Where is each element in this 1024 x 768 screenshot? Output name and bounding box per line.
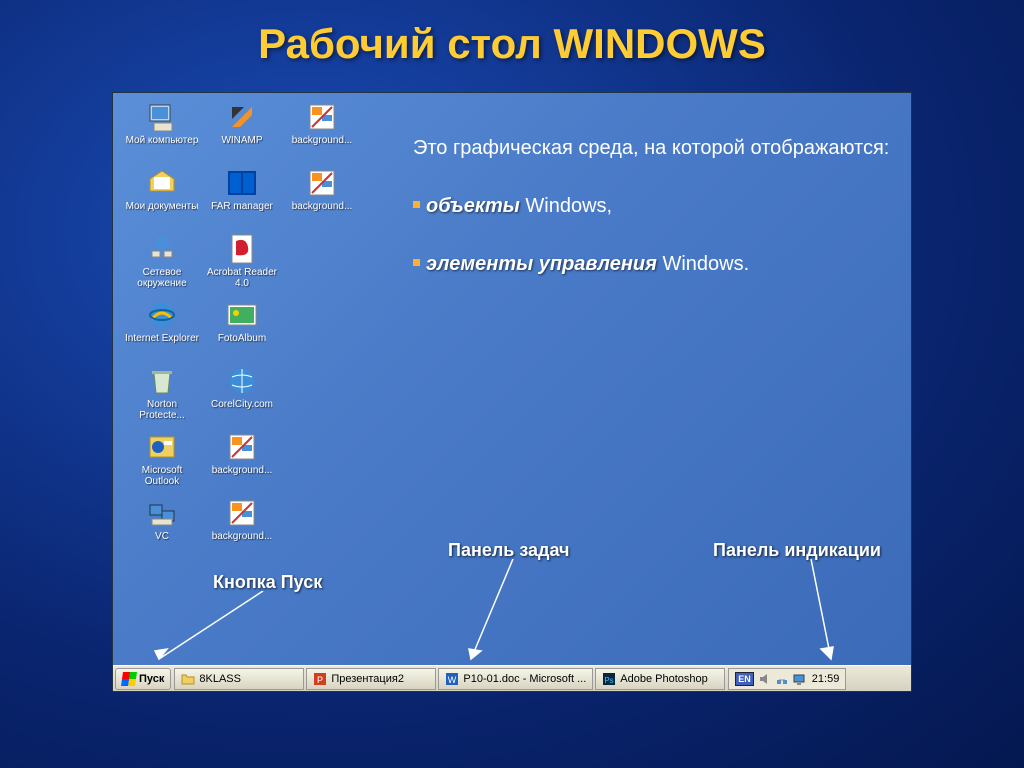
icon-label: Acrobat Reader 4.0 [204, 267, 280, 289]
desktop-icon-far-manager[interactable]: FAR manager [203, 167, 281, 229]
desktop-screenshot: Мой компьютер WINAMP background... Мои доку… [112, 92, 912, 692]
task-8klass[interactable]: 8KLASS [174, 668, 304, 690]
desktop-icon-background3[interactable]: background... [203, 431, 281, 493]
icon-label: VC [155, 531, 169, 542]
network-icon [146, 233, 178, 265]
clock: 21:59 [812, 673, 840, 685]
desktop-icon-outlook[interactable]: Microsoft Outlook [123, 431, 201, 493]
icon-label: CorelCity.com [211, 399, 273, 410]
computer-icon [146, 101, 178, 133]
bullet-square-icon [413, 201, 420, 208]
arrow-taskbar [463, 559, 543, 665]
desktop-icon-network[interactable]: Сетевое окружение [123, 233, 201, 295]
task-label: Презентация2 [331, 673, 404, 685]
vc-icon [146, 497, 178, 529]
ie-icon [146, 299, 178, 331]
desktop-icon-vc[interactable]: VC [123, 497, 201, 559]
start-label: Пуск [139, 673, 164, 685]
icon-label: background... [292, 201, 353, 212]
bullet-rest: Windows, [520, 195, 612, 217]
callout-taskbar: Панель задач [448, 540, 570, 561]
desktop-icon-my-documents[interactable]: Мои документы [123, 167, 201, 229]
outlook-icon [146, 431, 178, 463]
desktop-icon-corelcity[interactable]: CorelCity.com [203, 365, 281, 427]
system-tray[interactable]: EN 21:59 [728, 668, 846, 690]
icon-label: FotoAlbum [218, 333, 266, 344]
desktop-icon-background4[interactable]: background... [203, 497, 281, 559]
far-icon [226, 167, 258, 199]
icon-label: background... [292, 135, 353, 146]
desktop-icon-fotoalbum[interactable]: FotoAlbum [203, 299, 281, 361]
svg-text:Ps: Ps [605, 676, 614, 685]
svg-text:W: W [448, 675, 457, 685]
bullet-rest: Windows. [657, 253, 749, 275]
svg-text:P: P [317, 675, 323, 685]
bullet-square-icon [413, 259, 420, 266]
bullet-strong: объекты [426, 195, 520, 217]
task-label: Adobe Photoshop [620, 673, 707, 685]
task-label: P10-01.doc - Microsoft ... [463, 673, 586, 685]
arrow-start [153, 591, 273, 665]
language-indicator[interactable]: EN [735, 672, 754, 686]
icon-label: FAR manager [211, 201, 273, 212]
icon-label: Мой компьютер [126, 135, 199, 146]
desktop-icon-background2[interactable]: background... [283, 167, 361, 229]
word-icon: W [445, 672, 459, 686]
globe-icon [226, 365, 258, 397]
paint-icon [226, 431, 258, 463]
windows-flag-icon [121, 672, 137, 686]
winamp-icon [226, 101, 258, 133]
intro-text: Это графическая среда, на которой отобра… [413, 133, 891, 163]
task-label: 8KLASS [199, 673, 241, 685]
desktop-icon-background1[interactable]: background... [283, 101, 361, 163]
docs-icon [146, 167, 178, 199]
arrow-tray [771, 559, 851, 665]
taskbar: Пуск 8KLASS P Презентация2 W P10-01.doc - Mi… [113, 665, 911, 691]
icon-label: WINAMP [221, 135, 262, 146]
callout-start: Кнопка Пуск [213, 572, 322, 593]
icon-label: Сетевое окружение [124, 267, 200, 289]
slide-title: Рабочий стол WINDOWS [0, 0, 1024, 78]
folder-icon [181, 672, 195, 686]
bullet-1: элементы управления Windows. [413, 249, 891, 279]
desktop-icon-winamp[interactable]: WINAMP [203, 101, 281, 163]
callout-tray: Панель индикации [713, 540, 881, 561]
desktop-icon-ie[interactable]: Internet Explorer [123, 299, 201, 361]
tray-vol-icon[interactable] [758, 672, 772, 686]
task-photoshop[interactable]: Ps Adobe Photoshop [595, 668, 725, 690]
icon-label: Norton Protecte... [124, 399, 200, 421]
tray-net-icon[interactable] [775, 672, 789, 686]
pdf-icon [226, 233, 258, 265]
desktop-icon-my-computer[interactable]: Мой компьютер [123, 101, 201, 163]
icon-label: Мои документы [126, 201, 199, 212]
bullet-0: объекты Windows, [413, 191, 891, 221]
icon-label: background... [212, 465, 273, 476]
desktop-icon-norton[interactable]: Norton Protecte... [123, 365, 201, 427]
desktop-icon-acrobat[interactable]: Acrobat Reader 4.0 [203, 233, 281, 295]
task-present[interactable]: P Презентация2 [306, 668, 436, 690]
task-word[interactable]: W P10-01.doc - Microsoft ... [438, 668, 593, 690]
bullet-strong: элементы управления [426, 253, 657, 275]
slide-body: Это графическая среда, на которой отобра… [413, 133, 891, 307]
paint-icon [306, 167, 338, 199]
ppt-icon: P [313, 672, 327, 686]
start-button[interactable]: Пуск [115, 668, 171, 690]
icon-label: Internet Explorer [125, 333, 199, 344]
desktop-icons-area: Мой компьютер WINAMP background... Мои доку… [123, 101, 361, 559]
tray-disp-icon[interactable] [792, 672, 806, 686]
icon-label: Microsoft Outlook [124, 465, 200, 487]
paint-icon [226, 497, 258, 529]
photo-icon [226, 299, 258, 331]
icon-label: background... [212, 531, 273, 542]
ps-icon: Ps [602, 672, 616, 686]
bin-icon [146, 365, 178, 397]
paint-icon [306, 101, 338, 133]
